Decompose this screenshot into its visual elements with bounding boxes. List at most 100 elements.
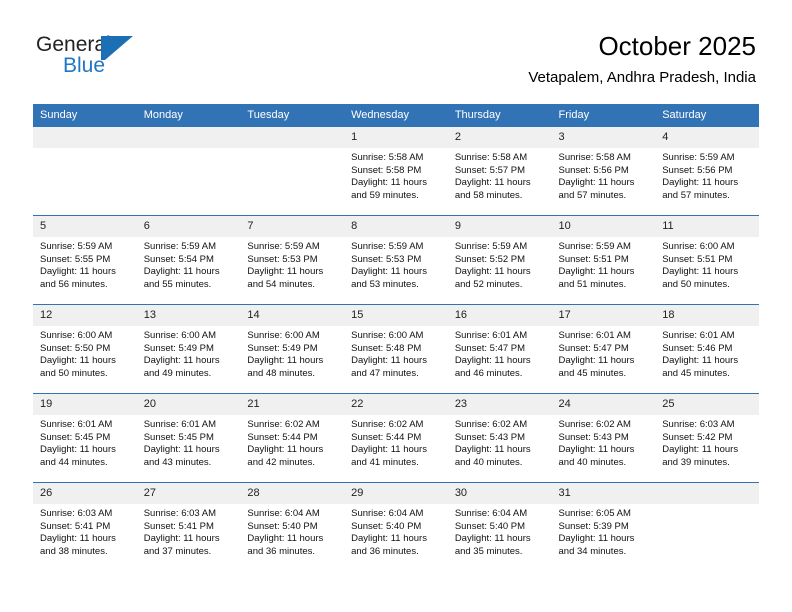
daylight-text-line1: Daylight: 11 hours — [40, 444, 116, 456]
daylight-text-line1: Daylight: 11 hours — [558, 533, 635, 545]
calendar-day-cell[interactable]: 31 Sunrise: 6:05 AM Sunset: 5:39 PM Dayligh… — [551, 482, 656, 571]
calendar-day-cell[interactable]: 7 Sunrise: 5:59 AM Sunset: 5:53 PM Daylight… — [240, 215, 345, 305]
calendar-cell-empty — [240, 126, 345, 216]
daylight-text-line2: and 55 minutes. — [143, 278, 212, 290]
daylight-text-line2: and 40 minutes. — [558, 456, 627, 468]
daylight-text-line2: and 54 minutes. — [247, 278, 316, 290]
day-number: 14 — [240, 305, 345, 326]
daylight-text-line1: Daylight: 11 hours — [247, 444, 324, 456]
sunrise-text: Sunrise: 5:58 AM — [558, 152, 631, 163]
sunrise-text: Sunrise: 5:59 AM — [558, 241, 631, 252]
daylight-text-line2: and 58 minutes. — [454, 189, 523, 201]
day-number: 10 — [551, 216, 656, 237]
calendar-header-row: Sunday Monday Tuesday Wednesday Thursday… — [33, 104, 759, 127]
calendar-day-cell[interactable]: 29 Sunrise: 6:04 AM Sunset: 5:40 PM Dayligh… — [344, 482, 448, 571]
day-number: 23 — [447, 394, 552, 415]
day-details: Sunrise: 6:02 AM Sunset: 5:43 PM Daylight:… — [552, 415, 656, 469]
calendar-day-cell[interactable]: 11 Sunrise: 6:00 AM Sunset: 5:51 PM Dayligh… — [655, 215, 759, 305]
calendar-week-row: 5 Sunrise: 5:59 AM Sunset: 5:55 PM Daylight… — [33, 215, 759, 305]
daylight-text-line2: and 50 minutes. — [40, 367, 108, 379]
calendar-day-cell[interactable]: 8 Sunrise: 5:59 AM Sunset: 5:53 PM Daylight… — [344, 215, 448, 305]
sunrise-text: Sunrise: 5:59 AM — [351, 241, 424, 252]
daylight-text-line2: and 48 minutes. — [247, 367, 316, 379]
calendar-day-cell[interactable]: 16 Sunrise: 6:01 AM Sunset: 5:47 PM Dayligh… — [447, 304, 552, 394]
calendar-day-cell[interactable]: 3 Sunrise: 5:58 AM Sunset: 5:56 PM Daylight… — [551, 126, 656, 216]
calendar-page: General Blue October 2025 Vetapalem, And… — [0, 0, 792, 612]
calendar-day-cell[interactable]: 28 Sunrise: 6:04 AM Sunset: 5:40 PM Dayligh… — [240, 482, 345, 571]
calendar-day-cell[interactable]: 2 Sunrise: 5:58 AM Sunset: 5:57 PM Daylight… — [447, 126, 552, 216]
calendar-day-cell[interactable]: 30 Sunrise: 6:04 AM Sunset: 5:40 PM Dayligh… — [447, 482, 552, 571]
weekday-header-monday: Monday — [136, 104, 241, 127]
day-number: 18 — [655, 305, 759, 326]
sunrise-text: Sunrise: 6:00 AM — [351, 330, 424, 341]
day-details: Sunrise: 6:01 AM Sunset: 5:47 PM Daylight:… — [552, 326, 656, 380]
daylight-text-line2: and 39 minutes. — [662, 456, 730, 468]
daylight-text-line1: Daylight: 11 hours — [143, 444, 220, 456]
day-details: Sunrise: 6:00 AM Sunset: 5:48 PM Daylight:… — [344, 326, 448, 380]
calendar-day-cell[interactable]: 18 Sunrise: 6:01 AM Sunset: 5:46 PM Dayligh… — [655, 304, 759, 394]
calendar-day-cell[interactable]: 20 Sunrise: 6:01 AM Sunset: 5:45 PM Dayligh… — [136, 393, 241, 483]
calendar-day-cell[interactable]: 23 Sunrise: 6:02 AM Sunset: 5:43 PM Dayligh… — [447, 393, 552, 483]
brand-name-blue: Blue — [63, 54, 106, 77]
daylight-text-line2: and 34 minutes. — [558, 545, 627, 557]
sunrise-text: Sunrise: 6:04 AM — [454, 508, 528, 519]
sunrise-text: Sunrise: 5:58 AM — [351, 152, 424, 163]
calendar-day-cell[interactable]: 17 Sunrise: 6:01 AM Sunset: 5:47 PM Dayligh… — [551, 304, 656, 394]
daylight-text-line1: Daylight: 11 hours — [558, 444, 635, 456]
daylight-text-line2: and 44 minutes. — [40, 456, 108, 468]
day-details: Sunrise: 6:04 AM Sunset: 5:40 PM Daylight:… — [344, 504, 448, 558]
calendar-day-cell[interactable]: 13 Sunrise: 6:00 AM Sunset: 5:49 PM Dayligh… — [136, 304, 241, 394]
calendar-day-cell[interactable]: 25 Sunrise: 6:03 AM Sunset: 5:42 PM Dayligh… — [655, 393, 759, 483]
calendar-cell-empty — [136, 126, 241, 216]
day-number: 8 — [344, 216, 448, 237]
sunset-text: Sunset: 5:47 PM — [454, 342, 526, 354]
day-details: Sunrise: 5:59 AM Sunset: 5:52 PM Daylight:… — [448, 237, 552, 291]
sunrise-text: Sunrise: 6:01 AM — [662, 330, 735, 341]
calendar-week-row: 26 Sunrise: 6:03 AM Sunset: 5:41 PM Dayligh… — [33, 482, 759, 571]
daylight-text-line2: and 45 minutes. — [558, 367, 627, 379]
daylight-text-line1: Daylight: 11 hours — [247, 533, 324, 545]
daylight-text-line1: Daylight: 11 hours — [351, 355, 427, 367]
day-number — [655, 483, 759, 504]
calendar-day-cell[interactable]: 22 Sunrise: 6:02 AM Sunset: 5:44 PM Dayligh… — [344, 393, 448, 483]
daylight-text-line2: and 52 minutes. — [454, 278, 523, 290]
daylight-text-line1: Daylight: 11 hours — [454, 355, 531, 367]
daylight-text-line1: Daylight: 11 hours — [662, 177, 739, 189]
calendar-day-cell[interactable]: 27 Sunrise: 6:03 AM Sunset: 5:41 PM Dayligh… — [136, 482, 241, 571]
sunset-text: Sunset: 5:47 PM — [558, 342, 629, 354]
daylight-text-line1: Daylight: 11 hours — [454, 177, 531, 189]
daylight-text-line2: and 40 minutes. — [454, 456, 523, 468]
sunset-text: Sunset: 5:43 PM — [454, 431, 526, 443]
logo-mark-triangle — [105, 36, 133, 60]
day-number: 30 — [447, 483, 552, 504]
daylight-text-line1: Daylight: 11 hours — [351, 266, 427, 278]
sunrise-text: Sunrise: 6:00 AM — [40, 330, 113, 341]
day-number: 26 — [33, 483, 137, 504]
brand-logo[interactable]: General Blue — [36, 33, 166, 83]
calendar-body: 1 Sunrise: 5:58 AM Sunset: 5:58 PM Daylight… — [33, 126, 759, 571]
calendar-day-cell[interactable]: 21 Sunrise: 6:02 AM Sunset: 5:44 PM Dayligh… — [240, 393, 345, 483]
calendar-day-cell[interactable]: 19 Sunrise: 6:01 AM Sunset: 5:45 PM Dayligh… — [33, 393, 137, 483]
day-number: 31 — [551, 483, 656, 504]
day-number: 29 — [344, 483, 448, 504]
daylight-text-line1: Daylight: 11 hours — [662, 355, 739, 367]
calendar-day-cell[interactable]: 5 Sunrise: 5:59 AM Sunset: 5:55 PM Daylight… — [33, 215, 137, 305]
calendar-day-cell[interactable]: 4 Sunrise: 5:59 AM Sunset: 5:56 PM Daylight… — [655, 126, 759, 216]
day-details: Sunrise: 6:03 AM Sunset: 5:41 PM Daylight:… — [33, 504, 137, 558]
sunset-text: Sunset: 5:56 PM — [662, 164, 733, 176]
calendar-day-cell[interactable]: 1 Sunrise: 5:58 AM Sunset: 5:58 PM Daylight… — [344, 126, 448, 216]
day-details: Sunrise: 6:03 AM Sunset: 5:42 PM Daylight:… — [655, 415, 759, 469]
daylight-text-line2: and 50 minutes. — [662, 278, 730, 290]
calendar-day-cell[interactable]: 12 Sunrise: 6:00 AM Sunset: 5:50 PM Dayligh… — [33, 304, 137, 394]
calendar-day-cell[interactable]: 26 Sunrise: 6:03 AM Sunset: 5:41 PM Dayligh… — [33, 482, 137, 571]
calendar-day-cell[interactable]: 15 Sunrise: 6:00 AM Sunset: 5:48 PM Dayligh… — [344, 304, 448, 394]
sunset-text: Sunset: 5:57 PM — [454, 164, 526, 176]
day-number — [33, 127, 137, 148]
calendar-day-cell[interactable]: 9 Sunrise: 5:59 AM Sunset: 5:52 PM Daylight… — [447, 215, 552, 305]
calendar-day-cell[interactable]: 24 Sunrise: 6:02 AM Sunset: 5:43 PM Dayligh… — [551, 393, 656, 483]
calendar-day-cell[interactable]: 14 Sunrise: 6:00 AM Sunset: 5:49 PM Dayligh… — [240, 304, 345, 394]
sunset-text: Sunset: 5:53 PM — [351, 253, 422, 265]
calendar-day-cell[interactable]: 6 Sunrise: 5:59 AM Sunset: 5:54 PM Daylight… — [136, 215, 241, 305]
calendar-day-cell[interactable]: 10 Sunrise: 5:59 AM Sunset: 5:51 PM Dayligh… — [551, 215, 656, 305]
sunrise-text: Sunrise: 6:03 AM — [40, 508, 113, 519]
